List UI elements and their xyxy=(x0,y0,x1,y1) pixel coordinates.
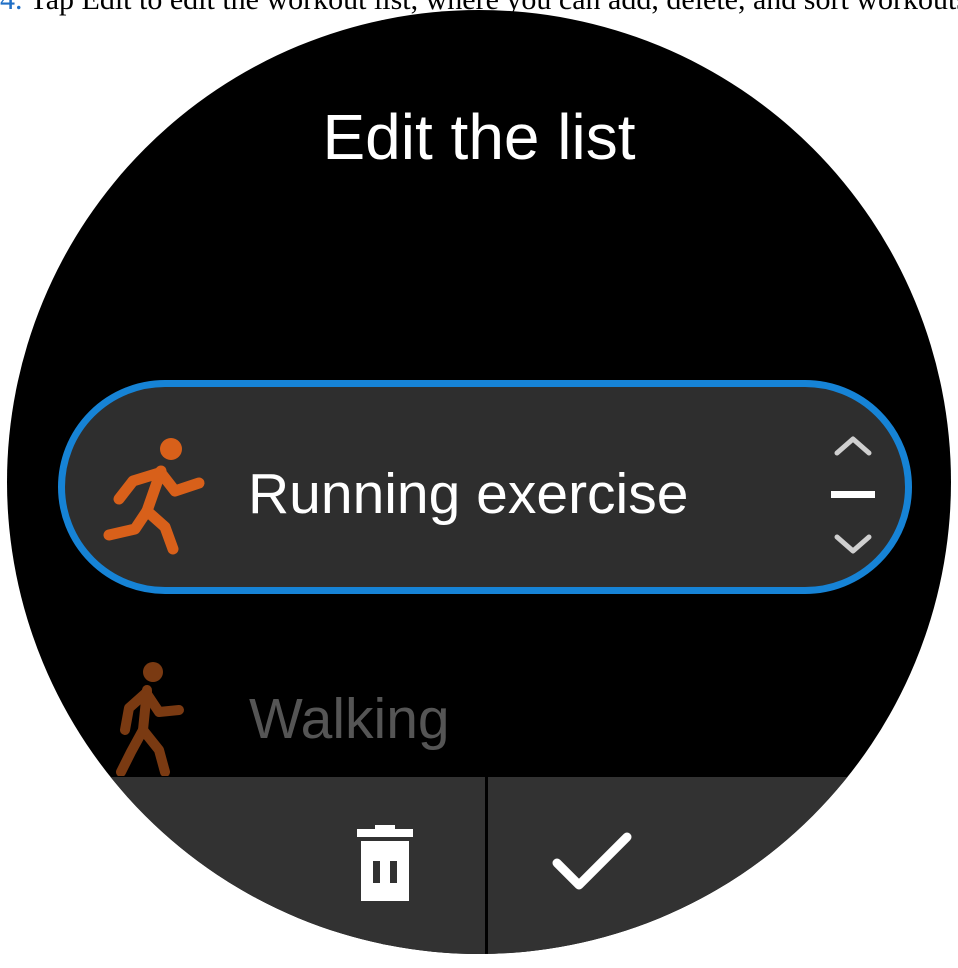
page-title: Edit the list xyxy=(322,101,636,173)
confirm-button[interactable] xyxy=(527,777,657,954)
delete-button[interactable] xyxy=(327,777,447,954)
workout-item-walking[interactable]: Walking xyxy=(107,650,707,780)
workout-label: Walking xyxy=(249,687,450,751)
trash-icon xyxy=(357,825,413,901)
checkmark-icon xyxy=(552,832,632,890)
workout-item-running[interactable]: Running exercise xyxy=(58,380,912,594)
workout-label: Running exercise xyxy=(248,462,689,526)
running-icon xyxy=(103,438,205,555)
action-divider xyxy=(485,777,488,954)
walking-icon xyxy=(116,662,184,776)
reorder-handle-icon[interactable] xyxy=(825,433,881,557)
action-bar xyxy=(7,777,951,954)
watch-screen: Edit the list Running exercise Walking xyxy=(7,10,951,954)
step-number: 4. xyxy=(0,0,23,16)
